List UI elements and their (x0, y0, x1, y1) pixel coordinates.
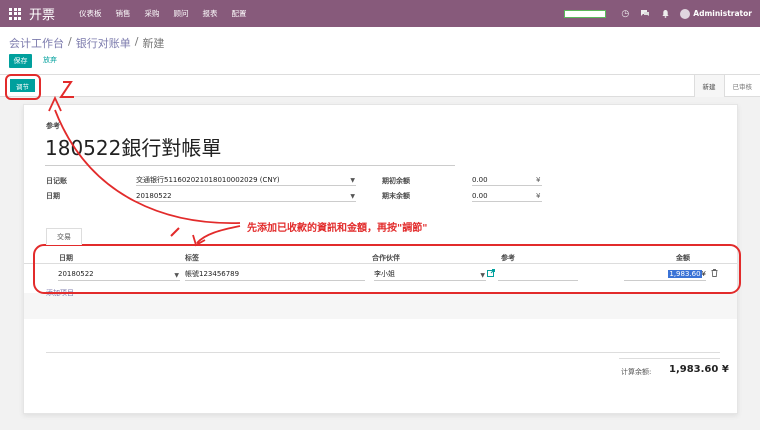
col-date[interactable]: 日期 (59, 253, 73, 263)
annotation-text: 先添加已收款的資訊和金額，再按"調節" (247, 223, 428, 234)
apps-menu-icon[interactable] (9, 7, 21, 20)
row-partner[interactable]: 李小姐 ▼ (374, 269, 486, 281)
status-steps: 新建 已审核 (693, 75, 760, 97)
row-date[interactable]: 20180522 ▼ (58, 269, 180, 281)
list-header: 日期 标签 合作伙伴 参考 金额 (24, 250, 737, 264)
tab-divider (46, 244, 720, 245)
control-panel: 会计工作台 / 银行对账单 / 新建 保存 放弃 (0, 27, 760, 75)
date-label: 日期 (46, 192, 60, 200)
chevron-down-icon: ▼ (480, 272, 485, 279)
opening-field[interactable]: 0.00 (472, 175, 542, 186)
status-validated[interactable]: 已审核 (723, 75, 760, 97)
breadcrumb: 会计工作台 / 银行对账单 / 新建 (9, 35, 165, 51)
computed-balance-value: 1,983.60 ¥ (669, 364, 729, 375)
row-ref[interactable] (498, 269, 578, 281)
chevron-down-icon: ▼ (350, 193, 355, 200)
save-button[interactable]: 保存 (9, 54, 32, 68)
table-row[interactable]: 20180522 ▼ 帳號123456789 李小姐 ▼ 1,983.60¥ (24, 265, 737, 284)
progress-widget[interactable] (564, 9, 607, 18)
col-label[interactable]: 标签 (185, 253, 199, 263)
chevron-down-icon: ▼ (174, 272, 179, 279)
bell-icon[interactable] (660, 9, 670, 19)
ref-input[interactable]: 180522銀行對帳單 (45, 132, 455, 166)
tab-transactions[interactable]: 交易 (46, 228, 82, 245)
computed-balance-label: 计算余额: (621, 368, 652, 376)
chat-icon[interactable] (640, 9, 650, 19)
trash-icon[interactable] (711, 269, 718, 281)
closing-field[interactable]: 0.00 (472, 191, 542, 202)
row-label[interactable]: 帳號123456789 (185, 269, 365, 281)
menu-config[interactable]: 配置 (232, 8, 247, 19)
status-new[interactable]: 新建 (693, 75, 724, 97)
avatar[interactable] (680, 8, 691, 19)
journal-field[interactable]: 交通银行51160202101801000​2029 (CNY) ▼ (136, 175, 356, 186)
app-name: 开票 (29, 8, 56, 23)
col-partner[interactable]: 合作伙伴 (372, 253, 400, 263)
breadcrumb-statements[interactable]: 银行对账单 (76, 35, 131, 51)
clock-icon[interactable]: ◷ (620, 9, 630, 19)
form-sheet: 参考 180522銀行對帳單 日记账 交通银行51160202101801000… (23, 104, 738, 414)
date-field[interactable]: 20180522 ▼ (136, 191, 356, 202)
external-link-icon[interactable] (487, 269, 497, 281)
chevron-down-icon: ▼ (350, 177, 355, 184)
closing-label: 期末余额 (382, 192, 410, 200)
reconcile-button[interactable]: 调节 (10, 79, 35, 92)
top-navbar: 开票 仪表板 销售 采购 顾问 报表 配置 ◷ Administrator (0, 0, 760, 27)
opening-label: 期初余额 (382, 177, 410, 185)
col-ref[interactable]: 参考 (501, 253, 515, 263)
user-name[interactable]: Administrator (693, 9, 752, 18)
menu-sales[interactable]: 销售 (116, 8, 131, 19)
currency-symbol: ¥ (536, 176, 541, 184)
breadcrumb-current: 新建 (142, 37, 165, 50)
ref-label: 参考 (46, 122, 60, 130)
menu-reports[interactable]: 报表 (203, 8, 218, 19)
discard-button[interactable]: 放弃 (43, 55, 57, 65)
breadcrumb-accounting[interactable]: 会计工作台 (9, 35, 64, 51)
total-divider (619, 358, 720, 359)
footer-divider (46, 352, 720, 353)
journal-label: 日记账 (46, 177, 67, 185)
row-amount[interactable]: 1,983.60¥ (624, 269, 706, 281)
list-empty-area (24, 293, 737, 319)
menu-purchase[interactable]: 采购 (145, 8, 160, 19)
menu-dashboard[interactable]: 仪表板 (79, 8, 102, 19)
currency-symbol: ¥ (536, 192, 541, 200)
add-item-link[interactable]: 添加项目 (46, 288, 74, 298)
statusbar: 调节 新建 已审核 (0, 75, 760, 97)
col-amount[interactable]: 金额 (676, 253, 690, 263)
menu-adviser[interactable]: 顾问 (174, 8, 189, 19)
